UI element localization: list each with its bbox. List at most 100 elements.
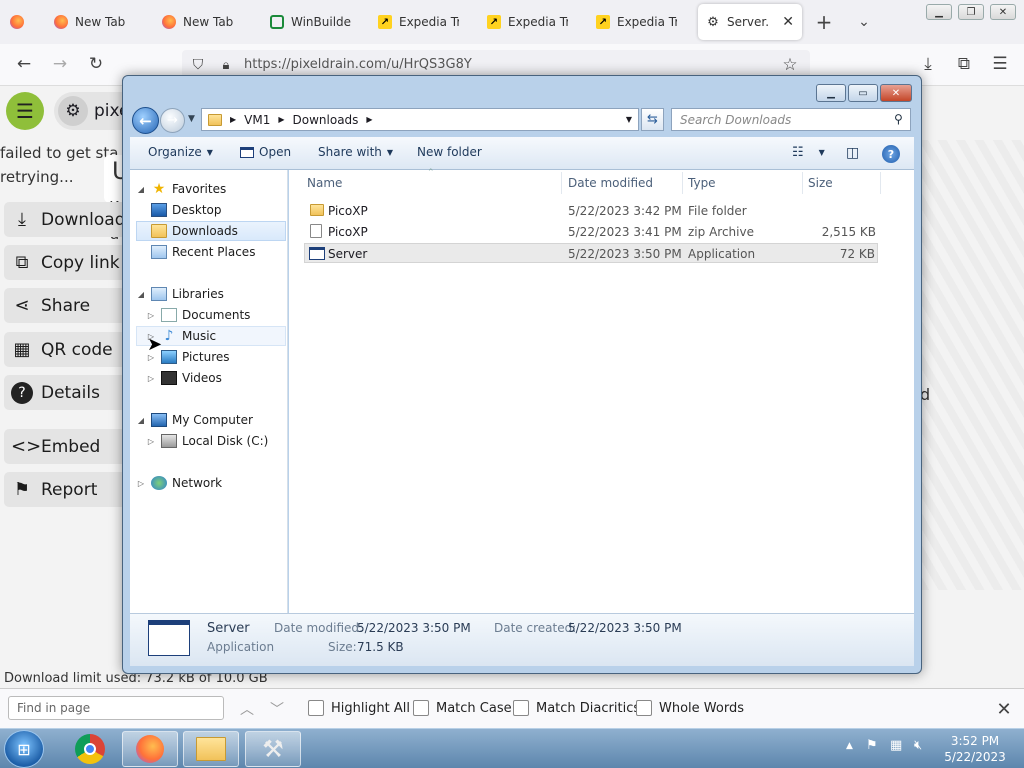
- network-tray-icon[interactable]: ▦: [890, 738, 902, 753]
- address-dropdown-icon[interactable]: ▼: [626, 115, 632, 124]
- breadcrumb-vm1[interactable]: VM1: [244, 113, 270, 127]
- show-hidden-icons[interactable]: ▲: [846, 741, 853, 751]
- embed-button[interactable]: <> Embed: [4, 429, 134, 464]
- page-menu-button[interactable]: ☰: [6, 92, 44, 130]
- share-button[interactable]: ⋖ Share: [4, 288, 134, 323]
- match-case-checkbox[interactable]: Match Case: [413, 700, 512, 716]
- column-name[interactable]: Name: [307, 176, 342, 190]
- tab-new-tab-2[interactable]: New Tab: [154, 4, 258, 40]
- tab-expedia-1[interactable]: ↗ Expedia Trav: [370, 4, 474, 40]
- chevron-right-icon[interactable]: ▶: [366, 115, 372, 124]
- downloads-icon[interactable]: ⤓: [916, 52, 940, 76]
- file-row[interactable]: PicoXP 5/22/2023 3:41 PM zip Archive 2,5…: [304, 222, 878, 242]
- checkbox-box[interactable]: [308, 700, 324, 716]
- breadcrumb-downloads[interactable]: Downloads: [293, 113, 359, 127]
- open-button[interactable]: Open: [240, 145, 291, 159]
- nav-downloads[interactable]: Downloads: [136, 221, 286, 241]
- refresh-button[interactable]: ⇆: [641, 108, 664, 131]
- nav-libraries[interactable]: ◢ Libraries: [136, 284, 286, 304]
- new-tab-button[interactable]: +: [812, 10, 836, 34]
- preview-pane-button[interactable]: ◫: [846, 145, 859, 161]
- qr-code-button[interactable]: ▦ QR code: [4, 332, 134, 367]
- close-tab-icon[interactable]: ✕: [782, 14, 794, 30]
- system-clock[interactable]: 3:52 PM 5/22/2023: [930, 733, 1020, 765]
- maximize-window-button[interactable]: ▭: [848, 84, 878, 102]
- expanded-arrow-icon[interactable]: ◢: [136, 416, 146, 425]
- search-icon[interactable]: ⚲: [894, 112, 903, 126]
- extensions-icon[interactable]: ⧉: [952, 52, 976, 76]
- url-text[interactable]: https://pixeldrain.com/u/HrQS3G8Y: [244, 57, 472, 72]
- nav-my-computer[interactable]: ◢ My Computer: [136, 410, 286, 430]
- find-next-icon[interactable]: ﹀: [265, 697, 289, 721]
- column-date-modified[interactable]: Date modified: [568, 176, 653, 190]
- tab-expedia-2[interactable]: ↗ Expedia Trav: [479, 4, 583, 40]
- tab-firefox[interactable]: [2, 4, 38, 40]
- list-tabs-button[interactable]: ⌄: [852, 10, 876, 34]
- explorer-forward-button[interactable]: →: [160, 108, 185, 133]
- report-button[interactable]: ⚑ Report: [4, 472, 134, 507]
- back-icon[interactable]: ←: [12, 52, 36, 76]
- checkbox-box[interactable]: [636, 700, 652, 716]
- reload-icon[interactable]: ↻: [84, 52, 108, 76]
- column-type[interactable]: Type: [688, 176, 716, 190]
- checkbox-box[interactable]: [513, 700, 529, 716]
- expanded-arrow-icon[interactable]: ◢: [136, 290, 146, 299]
- volume-muted-icon[interactable]: 🔇︎: [914, 738, 922, 753]
- details-button[interactable]: ? Details: [4, 375, 134, 410]
- search-input[interactable]: Search Downloads: [671, 108, 911, 131]
- collapsed-arrow-icon[interactable]: ▷: [146, 374, 156, 383]
- column-size[interactable]: Size: [808, 176, 833, 190]
- file-row[interactable]: PicoXP 5/22/2023 3:42 PM File folder: [304, 201, 878, 221]
- tracking-shield-icon[interactable]: ⛉: [186, 53, 210, 77]
- whole-words-checkbox[interactable]: Whole Words: [636, 700, 744, 716]
- tab-server-exe[interactable]: ⚙ Server.exe ✕: [698, 4, 802, 40]
- nav-favorites[interactable]: ◢ ★ Favorites: [136, 179, 286, 199]
- organize-button[interactable]: Organize ▼: [148, 145, 213, 159]
- forward-icon[interactable]: →: [48, 52, 72, 76]
- find-previous-icon[interactable]: ︿: [235, 697, 259, 721]
- find-input[interactable]: Find in page: [8, 696, 224, 720]
- nav-local-disk[interactable]: ▷ Local Disk (C:): [136, 431, 286, 451]
- highlight-all-checkbox[interactable]: Highlight All: [308, 700, 410, 716]
- new-folder-button[interactable]: New folder: [417, 145, 482, 159]
- nav-desktop[interactable]: Desktop: [136, 200, 286, 220]
- close-find-bar-icon[interactable]: ✕: [992, 697, 1016, 721]
- nav-documents[interactable]: ▷ Documents: [136, 305, 286, 325]
- address-bar[interactable]: ▶ VM1 ▶ Downloads ▶ ▼: [201, 108, 639, 131]
- collapsed-arrow-icon[interactable]: ▷: [146, 311, 156, 320]
- file-row-selected[interactable]: Server 5/22/2023 3:50 PM Application 72 …: [304, 243, 878, 263]
- close-window-button[interactable]: ✕: [880, 84, 912, 102]
- pixeldrain-icon: ⚙: [707, 14, 719, 30]
- checkbox-box[interactable]: [413, 700, 429, 716]
- collapsed-arrow-icon[interactable]: ▷: [146, 437, 156, 446]
- minimize-window-button[interactable]: ▁: [816, 84, 846, 102]
- taskbar-explorer[interactable]: [183, 731, 239, 767]
- restore-browser-button[interactable]: ❐: [958, 4, 984, 20]
- copy-link-button[interactable]: ⧉ Copy link: [4, 245, 134, 280]
- view-options-button[interactable]: ☷ ▼: [792, 145, 825, 160]
- match-diacritics-checkbox[interactable]: Match Diacritics: [513, 700, 640, 716]
- nav-network[interactable]: ▷ Network: [136, 473, 286, 493]
- bookmark-star-icon[interactable]: ☆: [778, 53, 802, 77]
- close-browser-button[interactable]: ✕: [990, 4, 1016, 20]
- recent-pages-dropdown-icon[interactable]: ▼: [188, 114, 195, 124]
- tab-new-tab-1[interactable]: New Tab: [46, 4, 150, 40]
- lock-icon[interactable]: 🔒︎: [214, 53, 238, 77]
- taskbar-tools[interactable]: ⚒: [245, 731, 301, 767]
- minimize-browser-button[interactable]: ▁: [926, 4, 952, 20]
- nav-recent-places[interactable]: Recent Places: [136, 242, 286, 262]
- help-button[interactable]: ?: [882, 145, 900, 163]
- taskbar-firefox[interactable]: [122, 731, 178, 767]
- hamburger-menu-icon[interactable]: ☰: [988, 52, 1012, 76]
- explorer-back-button[interactable]: ←: [132, 107, 159, 134]
- action-center-icon[interactable]: ⚑: [866, 738, 878, 753]
- tab-expedia-3[interactable]: ↗ Expedia Trav: [588, 4, 692, 40]
- download-button[interactable]: ⤓ Download: [4, 202, 134, 237]
- nav-videos[interactable]: ▷ Videos: [136, 368, 286, 388]
- expanded-arrow-icon[interactable]: ◢: [136, 185, 146, 194]
- share-with-button[interactable]: Share with ▼: [318, 145, 393, 159]
- start-button[interactable]: ⊞: [4, 730, 44, 768]
- tab-winbuilder[interactable]: WinBuilder: [262, 4, 366, 40]
- taskbar-chrome[interactable]: [62, 731, 118, 767]
- collapsed-arrow-icon[interactable]: ▷: [136, 479, 146, 488]
